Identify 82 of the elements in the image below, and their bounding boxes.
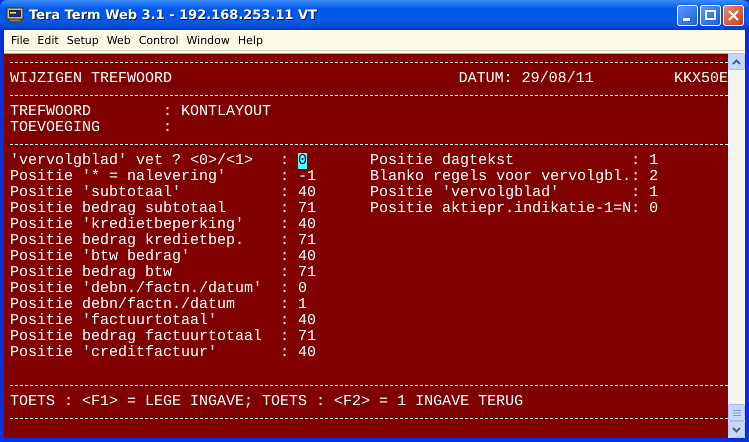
colon: : xyxy=(280,153,290,169)
minimize-icon xyxy=(683,18,692,20)
field-label: Positie debn/factn./datum xyxy=(10,297,236,313)
scroll-up-button[interactable] xyxy=(728,53,745,70)
menu-item[interactable]: Control xyxy=(134,34,183,46)
field-label: Positie 'kredietbeperking' xyxy=(10,217,246,233)
menu-item[interactable]: File xyxy=(7,34,34,46)
screen-title: WIJZIGEN TREFWOORD xyxy=(10,71,174,87)
maximize-icon xyxy=(705,10,716,20)
program-code: KKX50E xyxy=(674,71,728,87)
colon: : xyxy=(280,169,290,185)
colon: : xyxy=(280,297,290,313)
field-value: 71 xyxy=(298,329,316,345)
field-value: 1 xyxy=(649,185,658,201)
field-value: 1 xyxy=(649,153,658,169)
field-value: 0 xyxy=(298,153,308,169)
field-label: Positie 'vervolgblad' xyxy=(370,185,560,201)
field-value: 0 xyxy=(298,281,308,297)
field-label: Positie '* = nalevering' xyxy=(10,169,228,185)
close-button[interactable] xyxy=(723,4,744,26)
colon: : xyxy=(280,329,290,345)
field-label: Positie 'creditfactuur' xyxy=(10,345,218,361)
menu-item[interactable]: Help xyxy=(234,34,267,46)
colon: : xyxy=(163,120,174,136)
field-value: KONTLAYOUT xyxy=(181,104,272,120)
colon: : xyxy=(163,104,174,120)
colon: : xyxy=(280,345,290,361)
menu-item[interactable]: Setup xyxy=(62,34,103,46)
grip-icon xyxy=(732,408,740,416)
field-label: Positie bedrag btw xyxy=(10,265,174,281)
field-label: Positie 'debn./factn./datum' xyxy=(10,281,264,297)
minimize-button[interactable] xyxy=(677,4,698,26)
colon: : xyxy=(280,201,290,217)
field-value: 71 xyxy=(298,265,316,281)
field-label: Positie aktiepr.indikatie-1=N xyxy=(370,201,632,217)
scrollbar[interactable] xyxy=(728,53,745,438)
caret-down-icon xyxy=(732,426,741,432)
field-value: 40 xyxy=(298,217,316,233)
field-label: TOEVOEGING xyxy=(10,120,102,136)
field-value: 71 xyxy=(298,201,316,217)
field-value: 2 xyxy=(649,169,658,185)
window-title: Tera Term Web 3.1 - 192.168.253.11 VT xyxy=(29,8,318,22)
field-label: TREFWOORD xyxy=(10,104,92,120)
colon: : xyxy=(280,249,290,265)
field-value: 71 xyxy=(298,233,316,249)
field-value: 40 xyxy=(298,313,316,329)
colon: : xyxy=(631,153,642,169)
colon: : xyxy=(631,185,642,201)
field-value: -1 xyxy=(298,169,316,185)
field-label: Positie dagtekst xyxy=(370,153,516,169)
field-value: 40 xyxy=(298,249,316,265)
field-value: 1 xyxy=(298,297,308,313)
colon: : xyxy=(280,233,290,249)
maximize-button[interactable] xyxy=(700,4,721,26)
menu-item[interactable]: Edit xyxy=(33,34,63,46)
field-label: Blanko regels voor vervolgbl. xyxy=(370,169,632,185)
field-label: Positie bedrag kredietbep. xyxy=(10,233,246,249)
scroll-down-button[interactable] xyxy=(728,421,745,438)
close-icon xyxy=(728,10,739,20)
colon: : xyxy=(280,217,290,233)
colon: : xyxy=(280,185,290,201)
date-text: DATUM: 29/08/11 xyxy=(458,71,595,87)
field-label: 'vervolgblad' vet ? <0>/<1> xyxy=(10,153,254,169)
field-label: Positie 'btw bedrag' xyxy=(10,249,192,265)
field-label: Positie 'factuurtotaal' xyxy=(10,313,218,329)
field-value: 40 xyxy=(298,345,316,361)
colon: : xyxy=(631,169,642,185)
menu-item[interactable]: Window xyxy=(182,34,234,46)
field-label: Positie 'subtotaal' xyxy=(10,185,182,201)
field-label: Positie bedrag factuurtotaal xyxy=(10,329,264,345)
colon: : xyxy=(280,265,290,281)
field-value: 40 xyxy=(298,185,316,201)
colon: : xyxy=(631,201,642,217)
field-label: Positie bedrag subtotaal xyxy=(10,201,228,217)
scroll-thumb[interactable] xyxy=(728,404,745,421)
field-value: 0 xyxy=(649,201,658,217)
caret-up-icon xyxy=(732,58,741,64)
menu-item[interactable]: Web xyxy=(102,34,135,46)
function-key-hint: TOETS : <F1> = LEGE INGAVE; TOETS : <F2> = 1 INGAVE TERUG xyxy=(10,394,524,410)
colon: : xyxy=(280,313,290,329)
colon: : xyxy=(280,281,290,297)
terminal-icon xyxy=(6,7,24,23)
